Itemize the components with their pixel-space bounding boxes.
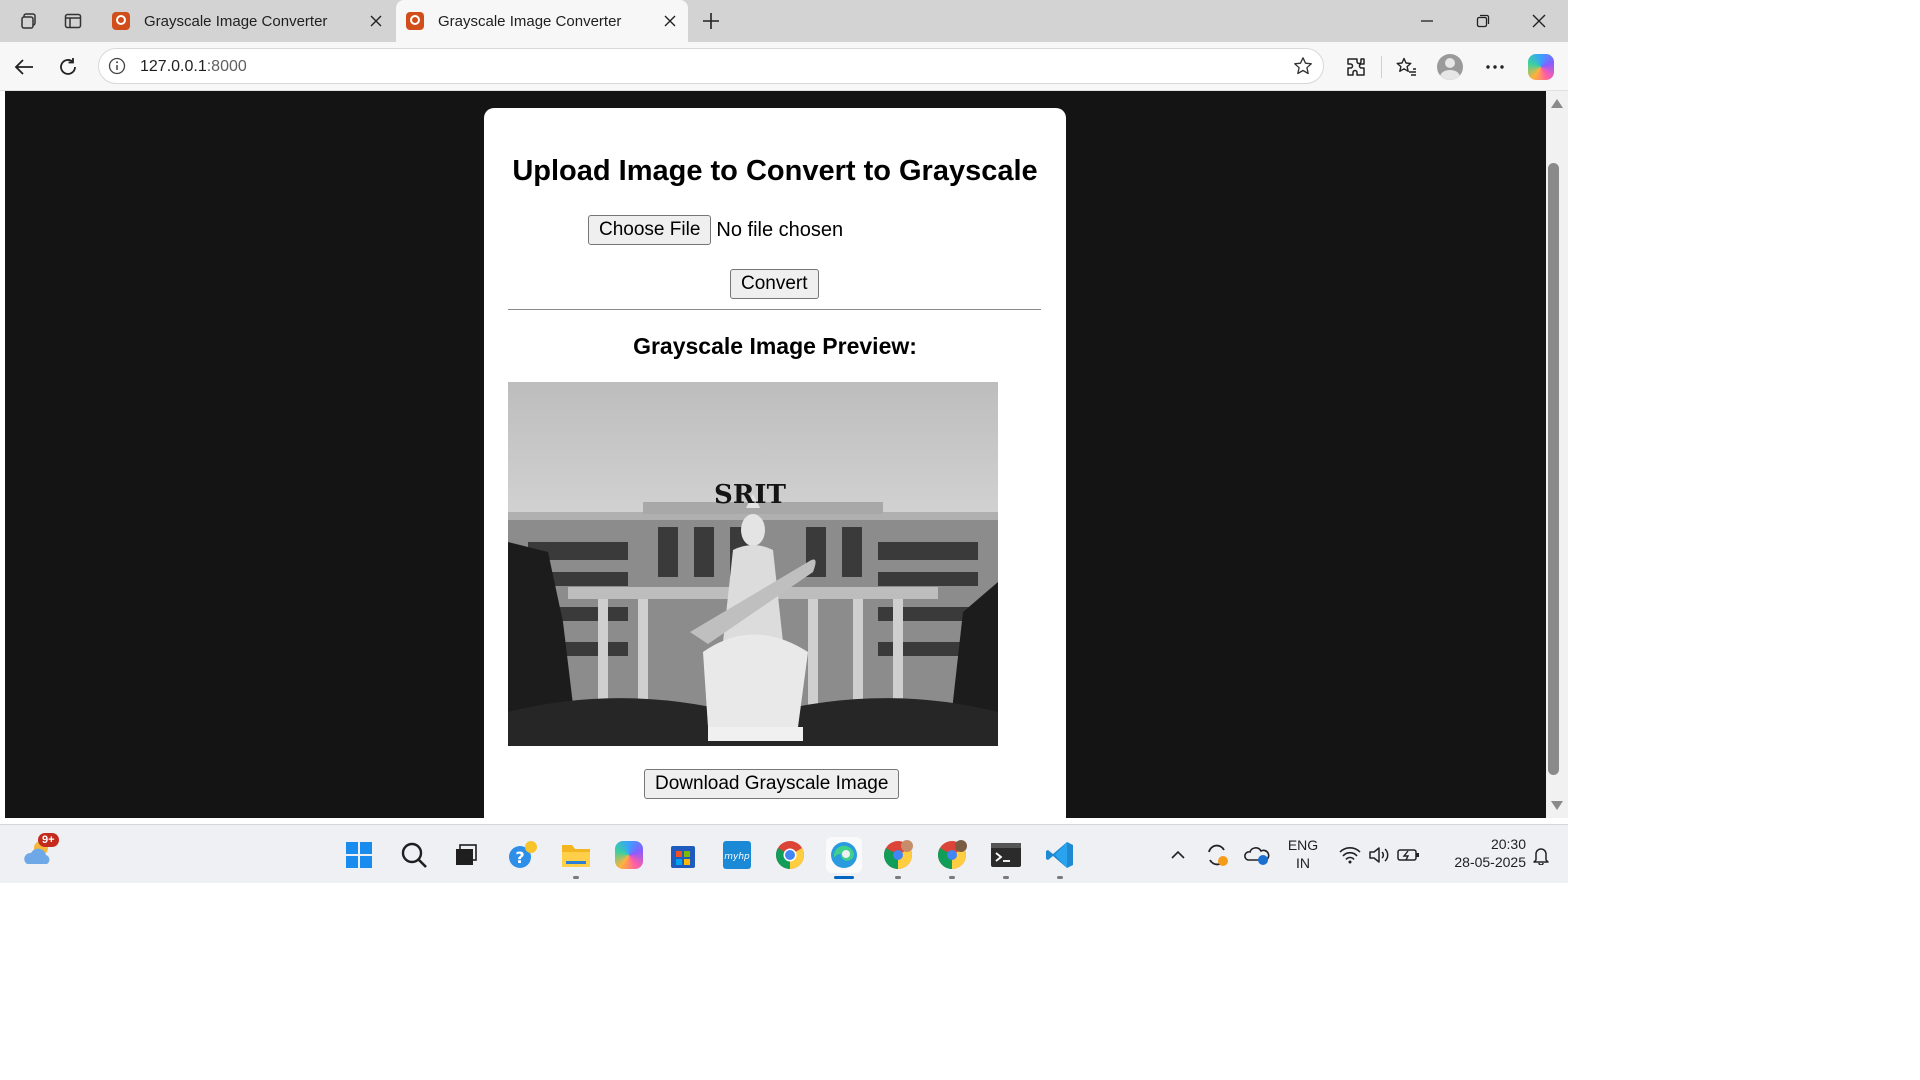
choose-file-button[interactable]: Choose File xyxy=(588,215,712,245)
site-info-icon[interactable] xyxy=(108,57,126,80)
scroll-down-icon[interactable] xyxy=(1551,801,1563,810)
tab-strip: Grayscale Image Converter Grayscale Imag… xyxy=(0,0,1568,42)
page-title: Upload Image to Convert to Grayscale xyxy=(512,155,1038,187)
store-icon[interactable] xyxy=(665,837,701,873)
terminal-icon[interactable] xyxy=(988,837,1024,879)
running-indicator xyxy=(949,876,955,879)
back-icon[interactable] xyxy=(9,52,39,82)
task-view-icon[interactable] xyxy=(448,837,484,873)
scroll-thumb[interactable] xyxy=(1548,163,1559,775)
vertical-tabs-icon[interactable] xyxy=(60,8,86,34)
new-tab-icon[interactable] xyxy=(698,8,724,34)
close-tab-icon[interactable] xyxy=(364,9,388,33)
tab-title: Grayscale Image Converter xyxy=(144,12,328,30)
section-divider xyxy=(508,309,1041,310)
svg-text:?: ? xyxy=(515,848,524,867)
settings-more-icon[interactable] xyxy=(1480,52,1510,82)
running-indicator xyxy=(1003,876,1009,879)
sync-status-icon[interactable] xyxy=(1199,837,1235,873)
copilot-app-icon[interactable] xyxy=(611,837,647,873)
page-scrollbar[interactable] xyxy=(1546,91,1568,818)
edge-icon[interactable] xyxy=(826,837,862,879)
close-tab-icon[interactable] xyxy=(658,9,682,33)
weather-widget[interactable]: 9+ xyxy=(20,833,59,871)
copilot-logo-icon xyxy=(1528,54,1554,80)
browser-toolbar: 127.0.0.1:8000 xyxy=(0,42,1568,91)
clock-time: 20:30 xyxy=(1490,836,1526,852)
tips-icon[interactable]: ? xyxy=(504,837,540,873)
converter-card: Upload Image to Convert to Grayscale Cho… xyxy=(484,108,1066,818)
address-bar[interactable]: 127.0.0.1:8000 xyxy=(98,48,1324,84)
preview-sign-text: SRIT xyxy=(714,480,787,510)
profile-avatar[interactable] xyxy=(1435,52,1465,82)
running-indicator xyxy=(895,876,901,879)
file-input[interactable]: Choose File No file chosen xyxy=(588,215,843,245)
onedrive-icon[interactable] xyxy=(1239,837,1275,873)
chrome-profile-2-icon[interactable] xyxy=(934,837,970,879)
favorites-icon[interactable] xyxy=(1391,52,1421,82)
refresh-icon[interactable] xyxy=(53,52,83,82)
copilot-app-logo xyxy=(615,841,643,869)
file-explorer-icon[interactable] xyxy=(558,837,594,879)
battery-icon[interactable] xyxy=(1391,837,1427,873)
profile-avatar-icon xyxy=(1437,54,1463,80)
running-indicator xyxy=(573,876,579,879)
page-viewport: Upload Image to Convert to Grayscale Cho… xyxy=(5,91,1546,818)
search-icon[interactable] xyxy=(396,837,432,873)
tab-2[interactable]: Grayscale Image Converter xyxy=(396,0,688,42)
myhp-icon[interactable]: myhp xyxy=(719,837,755,873)
toolbar-divider xyxy=(1381,56,1382,78)
chrome-icon[interactable] xyxy=(772,837,808,873)
file-status-text: No file chosen xyxy=(716,218,844,241)
restore-icon[interactable] xyxy=(1463,6,1503,36)
close-window-icon[interactable] xyxy=(1519,6,1559,36)
notifications-icon[interactable] xyxy=(1523,837,1559,873)
taskbar: 9+ ? myhp ENG IN 20:30 28-05-2025 xyxy=(0,824,1568,883)
site-favicon-icon xyxy=(406,12,424,30)
site-favicon-icon xyxy=(112,12,130,30)
language-indicator[interactable]: ENG IN xyxy=(1283,836,1323,872)
download-button[interactable]: Download Grayscale Image xyxy=(644,769,900,799)
chrome-profile-icon[interactable] xyxy=(880,837,916,879)
tab-1[interactable]: Grayscale Image Converter xyxy=(102,0,394,42)
copilot-button[interactable] xyxy=(1526,52,1556,82)
preview-heading: Grayscale Image Preview: xyxy=(633,333,917,359)
running-indicator xyxy=(1057,876,1063,879)
workspaces-icon[interactable] xyxy=(16,8,42,34)
tab-title: Grayscale Image Converter xyxy=(438,12,622,30)
convert-button[interactable]: Convert xyxy=(730,269,819,299)
extensions-icon[interactable] xyxy=(1341,52,1371,82)
clock[interactable]: 20:30 28-05-2025 xyxy=(1430,835,1526,871)
start-icon[interactable] xyxy=(341,837,377,873)
minimize-icon[interactable] xyxy=(1407,6,1447,36)
active-indicator xyxy=(834,876,854,879)
weather-badge: 9+ xyxy=(38,833,59,847)
address-url: 127.0.0.1:8000 xyxy=(140,58,247,75)
svg-text:myhp: myhp xyxy=(724,852,750,862)
show-hidden-icons-icon[interactable] xyxy=(1160,837,1196,873)
vscode-icon[interactable] xyxy=(1042,837,1078,879)
grayscale-preview-image: SRIT xyxy=(508,382,998,746)
clock-date: 28-05-2025 xyxy=(1454,854,1526,870)
scroll-up-icon[interactable] xyxy=(1551,99,1563,108)
favorite-star-icon[interactable] xyxy=(1293,56,1313,81)
